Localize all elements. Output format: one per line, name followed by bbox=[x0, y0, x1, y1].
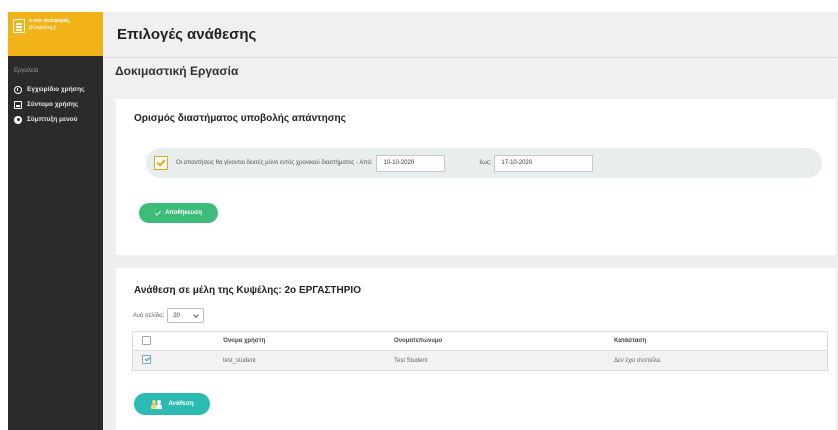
cell-status: Δεν έχει σνστείλει bbox=[614, 357, 661, 364]
clipboard-icon bbox=[13, 19, 25, 33]
sidebar-item-collapse[interactable]: Σύμπτυξη μενού bbox=[8, 112, 103, 127]
assign-button-label: Ανάθεση bbox=[168, 401, 194, 407]
sidebar: e-me αναφοράς (Κυψέλης) Εργαλεία Εγχειρί… bbox=[8, 12, 103, 430]
header-divider bbox=[103, 57, 838, 58]
period-checkbox-label: Οι απαντήσεις θα γίνονται δεκτές μόνο εν… bbox=[176, 160, 373, 166]
save-button-label: Αποθήκευση bbox=[165, 210, 202, 216]
column-header-username[interactable]: Όνομα χρήστη bbox=[223, 338, 394, 344]
sidebar-item-label: Σύμπτυξη μενού bbox=[27, 116, 78, 123]
row-checkbox[interactable] bbox=[142, 355, 151, 364]
date-range-row: Οι απαντήσεις θα γίνονται δεκτές μόνο εν… bbox=[146, 148, 822, 178]
column-header-fullname[interactable]: Ονοματεπώνυμο bbox=[394, 338, 614, 344]
assign-button[interactable]: Ανάθεση bbox=[134, 393, 210, 415]
sidebar-item-quick-guide[interactable]: Σύντομο χρήσης bbox=[8, 97, 103, 112]
collapse-menu-icon bbox=[14, 115, 22, 124]
per-page-control: Ανά σελίδα: 20 bbox=[133, 308, 205, 323]
to-date-label: έως: bbox=[479, 160, 492, 166]
per-page-value: 20 bbox=[173, 312, 180, 319]
book-icon bbox=[14, 100, 22, 109]
page-subtitle: Δοκιμαστική Εργασία bbox=[115, 64, 239, 78]
page-title: Επιλογές ανάθεσης bbox=[117, 26, 257, 43]
members-table: Όνομα χρήστη Ονοματεπώνυμο Κατάσταση tes… bbox=[132, 331, 828, 371]
select-all-checkbox[interactable] bbox=[142, 335, 151, 345]
period-checkbox[interactable] bbox=[154, 156, 168, 170]
period-heading: Ορισμός διαστήματος υποβολής απάντησης bbox=[134, 113, 346, 124]
page-header bbox=[103, 12, 838, 94]
brand-line2: (Κυψέλης) bbox=[29, 25, 56, 31]
check-icon bbox=[154, 208, 162, 216]
per-page-label: Ανά σελίδα: bbox=[133, 312, 165, 319]
question-circle-icon bbox=[14, 85, 22, 94]
assign-heading: Ανάθεση σε μέλη της Κυψέλης: 2ο ΕΡΓΑΣΤΗΡ… bbox=[134, 285, 361, 296]
users-icon bbox=[150, 399, 163, 409]
save-button[interactable]: Αποθήκευση bbox=[139, 203, 218, 223]
column-header-status[interactable]: Κατάσταση bbox=[614, 338, 827, 344]
table-header: Όνομα χρήστη Ονοματεπώνυμο Κατάσταση bbox=[133, 332, 827, 351]
sidebar-item-label: Σύντομο χρήσης bbox=[27, 101, 79, 108]
sidebar-item-manual[interactable]: Εγχειρίδιο χρήσης bbox=[8, 82, 103, 97]
brand-line1: e-me αναφοράς bbox=[29, 18, 71, 24]
sidebar-item-label: Εγχειρίδιο χρήσης bbox=[27, 86, 85, 93]
per-page-select[interactable]: 20 bbox=[167, 308, 205, 323]
sidebar-section-label: Εργαλεία bbox=[14, 68, 39, 74]
to-date-input[interactable]: 17-10-2020 bbox=[494, 154, 594, 172]
sidebar-brand[interactable]: e-me αναφοράς (Κυψέλης) bbox=[8, 12, 103, 56]
cell-fullname: Test Student bbox=[394, 357, 428, 364]
chevron-down-icon bbox=[193, 311, 200, 318]
cell-username: test_student bbox=[223, 357, 256, 364]
from-date-input[interactable]: 10-10-2020 bbox=[376, 154, 446, 172]
table-row[interactable]: test_student Test Student Δεν έχει σνστε… bbox=[133, 351, 827, 370]
